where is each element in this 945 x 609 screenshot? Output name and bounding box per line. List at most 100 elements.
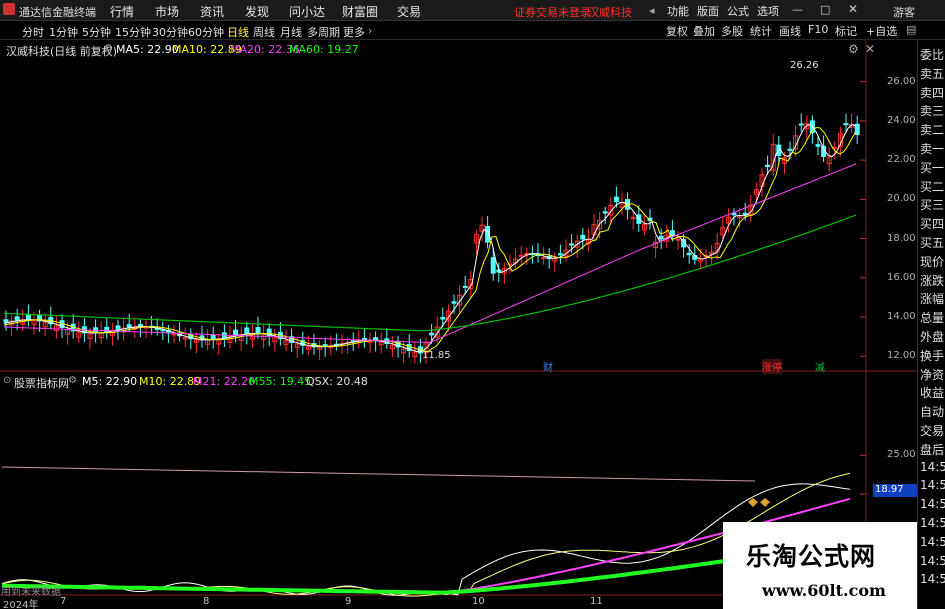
candle-body [14, 316, 20, 321]
menu-formula[interactable]: 公式 [727, 3, 749, 19]
candle-body [115, 325, 121, 330]
side-panel-label[interactable]: 换手 [920, 347, 945, 364]
date-label-aug: 8 [203, 596, 210, 607]
side-panel-label[interactable]: 14:50 [920, 572, 945, 586]
candle-body [518, 254, 524, 257]
chevron-right-icon[interactable]: › [368, 24, 372, 37]
event-marker-limit-up[interactable]: 涨停 [762, 359, 782, 374]
menu-options[interactable]: 选项 [757, 3, 779, 19]
side-panel-label[interactable]: 14:50 [920, 516, 945, 530]
side-panel-label[interactable]: 卖五 [920, 65, 945, 82]
period-30min[interactable]: 30分钟 [152, 24, 188, 40]
candle-body [686, 252, 692, 256]
side-panel-label[interactable]: 现价 [920, 253, 945, 270]
nav-left-icon[interactable]: ◂ [649, 4, 655, 17]
side-panel-label[interactable]: 净资 [920, 366, 945, 383]
side-panel-label[interactable]: 自动 [920, 403, 945, 420]
candle-body [3, 319, 9, 323]
menu-market[interactable]: 市场 [155, 3, 179, 20]
event-marker-reduce[interactable]: 减 [815, 359, 825, 374]
menu-wealth[interactable]: 财富圈 [342, 3, 378, 20]
period-60min[interactable]: 60分钟 [188, 24, 224, 40]
menu-function[interactable]: 功能 [667, 3, 689, 19]
side-panel-label[interactable]: 14:50 [920, 554, 945, 568]
indicator-gear-icon[interactable]: ⚙ [68, 375, 77, 386]
overlay-button[interactable]: 叠加 [691, 23, 717, 39]
maximize-icon[interactable]: □ [820, 3, 830, 16]
side-panel-label[interactable]: 交易 [920, 422, 945, 439]
side-panel-label[interactable]: 盘后 [920, 441, 945, 458]
price-tick-label: 20.00 [887, 193, 916, 205]
restore-right-button[interactable]: 复权 [664, 23, 690, 39]
candle-body [451, 301, 457, 304]
period-15min[interactable]: 15分钟 [115, 24, 151, 40]
candle-body [731, 212, 737, 216]
guest-button[interactable]: 游客 [893, 4, 915, 20]
m55-label: M55: 19.45 [249, 375, 312, 388]
add-watchlist-button[interactable]: +自选 [864, 23, 899, 39]
expand-icon[interactable]: ▤ [904, 23, 918, 36]
side-panel-label[interactable]: 买三 [920, 196, 945, 213]
draw-line-button[interactable]: 画线 [777, 23, 803, 39]
menu-assistant[interactable]: 问小达 [289, 3, 325, 20]
side-panel-label[interactable]: 卖三 [920, 102, 945, 119]
period-daily[interactable]: 日线 [227, 24, 249, 40]
side-panel-label[interactable]: 收益 [920, 384, 945, 401]
app-title: 通达信金融终端 [19, 6, 96, 19]
candle-body [658, 235, 664, 240]
watermark-title: 乐淘公式网 [746, 542, 877, 571]
side-panel-label[interactable]: 14:50 [920, 460, 945, 474]
candle-body [255, 327, 261, 335]
statistics-button[interactable]: 统计 [748, 23, 774, 39]
side-panel-label[interactable]: 涨跌 [920, 272, 945, 289]
side-panel-label[interactable]: 卖一 [920, 140, 945, 157]
mark-button[interactable]: 标记 [833, 23, 859, 39]
period-multi[interactable]: 多周期 [307, 24, 340, 40]
signal-diamond-icon [748, 498, 758, 507]
menu-news[interactable]: 资讯 [200, 3, 224, 20]
multi-stock-button[interactable]: 多股 [719, 23, 745, 39]
indicator-name[interactable]: 股票指标网 [14, 375, 69, 391]
side-panel-label[interactable]: 买二 [920, 178, 945, 195]
m21-label: M21: 22.20 [193, 375, 256, 388]
side-panel-label[interactable]: 14:50 [920, 478, 945, 492]
app-logo-icon [3, 3, 15, 15]
side-panel-label[interactable]: 总量 [920, 309, 945, 326]
period-more[interactable]: 更多 [343, 24, 365, 40]
period-weekly[interactable]: 周线 [253, 24, 275, 40]
event-marker-finance[interactable]: 财 [543, 359, 553, 374]
side-panel-label[interactable]: 涨幅 [920, 290, 945, 307]
menu-discover[interactable]: 发现 [245, 3, 269, 20]
indicator-collapse-icon[interactable]: ⊙ [3, 375, 11, 386]
candle-body [765, 164, 771, 168]
f10-button[interactable]: F10 [806, 23, 830, 36]
side-panel-label[interactable]: 委比 [920, 46, 945, 63]
close-icon[interactable]: ✕ [848, 2, 858, 16]
side-panel-label[interactable]: 外盘 [920, 328, 945, 345]
minimize-icon[interactable]: — [792, 3, 803, 16]
current-value-badge: 18.97 [873, 484, 917, 497]
watermark-url: www.60lt.com [762, 581, 886, 600]
price-tick-label: 12.00 [887, 350, 916, 362]
candle-body [429, 332, 435, 336]
candle-body [25, 314, 31, 321]
period-tick[interactable]: 分时 [22, 24, 44, 40]
quote-side-panel: 委比卖五卖四 卖三卖二卖一买一买二 买三买四买五现价涨跌 涨幅总量外盘换手净资 收益自动… [917, 40, 945, 609]
period-monthly[interactable]: 月线 [280, 24, 302, 40]
qsx-line [1, 466, 756, 482]
side-panel-label[interactable]: 买五 [920, 234, 945, 251]
side-panel-label[interactable]: 买四 [920, 215, 945, 232]
price-tick-label: 16.00 [887, 271, 916, 283]
side-panel-label[interactable]: 买一 [920, 159, 945, 176]
candle-body [580, 234, 586, 240]
side-panel-label[interactable]: 卖二 [920, 121, 945, 138]
login-status[interactable]: 证券交易未登录 [514, 4, 591, 20]
side-panel-label[interactable]: 14:50 [920, 535, 945, 549]
menu-trade[interactable]: 交易 [397, 3, 421, 20]
period-5min[interactable]: 5分钟 [82, 24, 111, 40]
menu-quotes[interactable]: 行情 [110, 3, 134, 20]
menu-layout[interactable]: 版面 [697, 3, 719, 19]
period-1min[interactable]: 1分钟 [49, 24, 78, 40]
side-panel-label[interactable]: 卖四 [920, 84, 945, 101]
side-panel-label[interactable]: 14:50 [920, 497, 945, 511]
